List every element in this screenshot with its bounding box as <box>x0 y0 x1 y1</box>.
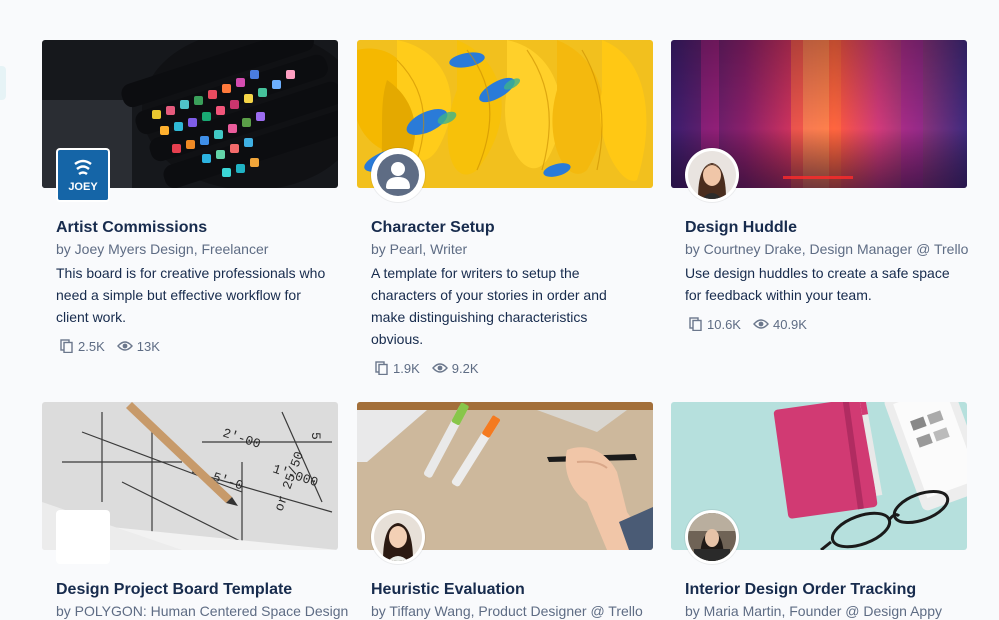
maria-avatar-photo <box>688 513 736 561</box>
card-stats: 1.9K 9.2K <box>375 358 653 378</box>
template-card-character-setup[interactable]: Character Setup by Pearl, Writer A templ… <box>357 40 653 378</box>
side-panel-tab[interactable] <box>0 66 6 100</box>
author-avatar <box>685 510 739 564</box>
card-description: A template for writers to setup the char… <box>371 265 607 347</box>
card-byline: by Joey Myers Design, Freelancer <box>56 241 269 257</box>
copies-stat: 2.5K <box>60 339 105 354</box>
copy-icon <box>60 339 73 353</box>
card-description: Use design huddles to create a safe spac… <box>685 265 950 303</box>
author-avatar <box>371 510 425 564</box>
views-count: 40.9K <box>772 316 807 332</box>
card-title[interactable]: Design Project Board Template <box>56 580 338 600</box>
copies-count: 2.5K <box>78 338 105 354</box>
views-count: 13K <box>136 338 160 354</box>
author-avatar <box>685 148 739 202</box>
views-count: 9.2K <box>451 360 479 376</box>
template-card-artist-commissions[interactable]: JOEY Artist Commissions by Joey Myers De… <box>42 40 338 356</box>
card-title[interactable]: Interior Design Order Tracking <box>685 580 967 600</box>
card-title[interactable]: Character Setup <box>371 218 653 238</box>
author-avatar <box>371 148 425 202</box>
joey-logo-icon: JOEY <box>58 150 108 200</box>
svg-text:5: 5 <box>308 432 323 440</box>
template-card-interior-design-order-tracking[interactable]: Interior Design Order Tracking by Maria … <box>671 402 967 620</box>
card-byline: by Pearl, Writer <box>371 241 468 257</box>
eye-icon <box>431 363 448 373</box>
card-byline: by Tiffany Wang, Product Designer @ Trel… <box>371 603 643 619</box>
author-logo: JOEY <box>56 148 110 202</box>
card-byline: by POLYGON: Human Centered Space Design <box>56 603 349 619</box>
copies-count: 1.9K <box>393 360 420 376</box>
svg-text:JOEY: JOEY <box>68 181 98 193</box>
card-title[interactable]: Artist Commissions <box>56 218 338 238</box>
copy-icon <box>689 317 702 331</box>
eye-icon <box>753 319 769 329</box>
copies-stat: 1.9K <box>375 361 420 376</box>
tiffany-avatar-photo <box>374 513 422 561</box>
eye-icon <box>116 341 133 351</box>
views-stat: 9.2K <box>431 360 479 376</box>
views-stat: 13K <box>116 338 160 354</box>
card-title[interactable]: Heuristic Evaluation <box>371 580 653 600</box>
card-title[interactable]: Design Huddle <box>685 218 967 238</box>
author-logo <box>56 510 133 591</box>
views-stat: 40.9K <box>753 317 807 332</box>
card-description: This board is for creative professionals… <box>56 265 326 325</box>
template-card-heuristic-evaluation[interactable]: Heuristic Evaluation by Tiffany Wang, Pr… <box>357 402 653 620</box>
card-byline: by Courtney Drake, Design Manager @ Trel… <box>685 241 969 257</box>
default-user-icon <box>374 151 422 199</box>
card-stats: 2.5K 13K <box>60 336 338 356</box>
template-card-design-huddle[interactable]: Design Huddle by Courtney Drake, Design … <box>671 40 969 334</box>
copy-icon <box>375 361 388 375</box>
copies-count: 10.6K <box>707 316 741 332</box>
template-card-design-project-board[interactable]: 2'-00 1'-000 5'-0 5 or 25/50 Design Proj… <box>42 402 349 620</box>
card-stats: 10.6K 40.9K <box>689 314 967 334</box>
courtney-avatar-photo <box>688 151 736 199</box>
copies-stat: 10.6K <box>689 317 741 332</box>
card-byline: by Maria Martin, Founder @ Design Appy <box>685 603 942 619</box>
